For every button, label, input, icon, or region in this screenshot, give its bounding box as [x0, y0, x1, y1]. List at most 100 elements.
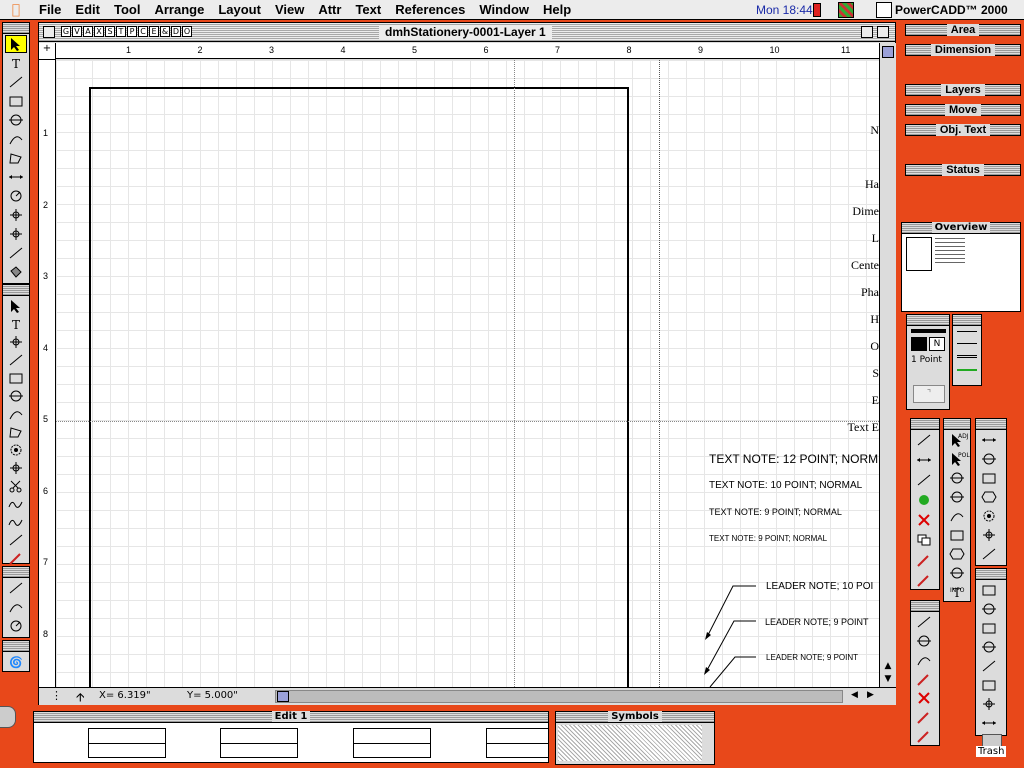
- circle-tool-icon[interactable]: [946, 564, 968, 582]
- edit-field[interactable]: [486, 728, 548, 758]
- eyedrop-tool-icon[interactable]: [5, 549, 27, 567]
- leader-note-9pt[interactable]: LEADER NOTE; 9 POINT: [766, 653, 858, 662]
- line-tool-icon[interactable]: [978, 657, 1000, 675]
- rect-tool-icon[interactable]: [5, 369, 27, 387]
- arc-tool-icon[interactable]: [5, 405, 27, 423]
- circle-tool-icon[interactable]: [946, 469, 968, 487]
- cross-tool-icon[interactable]: [978, 526, 1000, 544]
- eyedrop-tool-icon[interactable]: [913, 551, 935, 569]
- eyedrop-tool-icon[interactable]: [913, 670, 935, 688]
- hex-tool-icon[interactable]: [978, 488, 1000, 506]
- circle-tool-icon[interactable]: [978, 450, 1000, 468]
- arc-tool-icon[interactable]: [5, 130, 27, 148]
- area-palette[interactable]: Area: [905, 24, 1021, 36]
- x-tool-icon[interactable]: [913, 511, 935, 529]
- menu-layout[interactable]: Layout: [211, 0, 268, 20]
- eyedrop-tool-icon[interactable]: [913, 571, 935, 589]
- line-n-box[interactable]: N: [929, 337, 945, 351]
- layer-tab[interactable]: E: [149, 26, 159, 37]
- menu-help[interactable]: Help: [536, 0, 578, 20]
- arc-tool-icon[interactable]: [5, 598, 27, 616]
- layer-tab[interactable]: O: [182, 26, 192, 37]
- layers-palette[interactable]: Layers: [905, 84, 1021, 96]
- text-note-10pt[interactable]: TEXT NOTE: 10 POINT; NORMAL: [709, 480, 862, 491]
- menu-arrange[interactable]: Arrange: [147, 0, 211, 20]
- scroll-box[interactable]: [882, 46, 894, 58]
- layer-tab[interactable]: C: [138, 26, 148, 37]
- horizontal-ruler[interactable]: 1 2 3 4 5 6 7 8 9 10 11: [56, 43, 879, 59]
- edit-field[interactable]: [88, 728, 166, 758]
- rot-tool-icon[interactable]: [5, 617, 27, 635]
- cross-tool-icon[interactable]: [5, 206, 27, 224]
- rect-tool-icon[interactable]: [946, 526, 968, 544]
- keyboard-layout-icon[interactable]: [838, 2, 854, 18]
- scroll-up-arrow-icon[interactable]: ▲: [881, 660, 895, 672]
- hex-tool-icon[interactable]: [946, 545, 968, 563]
- overview-titlebar[interactable]: Overview: [902, 222, 1020, 234]
- arrow-tool-icon[interactable]: [5, 297, 27, 315]
- line-tool-icon[interactable]: [913, 431, 935, 449]
- layer-tab[interactable]: P: [127, 26, 137, 37]
- arc-tool-icon[interactable]: [913, 651, 935, 669]
- layer-tab[interactable]: X: [94, 26, 104, 37]
- rect-tool-icon[interactable]: [978, 581, 1000, 599]
- fill-black-swatch[interactable]: [911, 337, 927, 351]
- layer-nav-icon[interactable]: ⋮: [51, 689, 62, 702]
- scroll-right-arrow-icon[interactable]: ▶: [867, 690, 874, 700]
- palette-titlebar[interactable]: [3, 285, 29, 296]
- dim-tool-icon[interactable]: [5, 168, 27, 186]
- text-note-9pt[interactable]: TEXT NOTE: 9 POINT; NORMAL: [709, 534, 827, 543]
- sheet-border[interactable]: [89, 87, 629, 687]
- line-tool-icon[interactable]: [913, 613, 935, 631]
- palette-titlebar[interactable]: [3, 567, 29, 578]
- layer-tab[interactable]: G: [61, 26, 71, 37]
- horizontal-scrollbar[interactable]: [275, 690, 843, 703]
- copy-tool-icon[interactable]: [913, 531, 935, 549]
- circle-tool-icon[interactable]: [5, 387, 27, 405]
- line-tool-icon[interactable]: [978, 545, 1000, 563]
- title-block-label[interactable]: Dime: [852, 204, 879, 219]
- line-style-green[interactable]: [957, 369, 977, 371]
- dimension-palette[interactable]: Dimension: [905, 44, 1021, 56]
- line-style-double[interactable]: [957, 355, 977, 358]
- menu-attr[interactable]: Attr: [311, 0, 348, 20]
- up-arrow-icon[interactable]: 🡩: [76, 688, 85, 709]
- leader-lines[interactable]: [696, 575, 756, 687]
- apple-menu-icon[interactable]: : [0, 2, 32, 18]
- circle-tool-icon[interactable]: [978, 638, 1000, 656]
- application-menu-icon[interactable]: [876, 2, 892, 18]
- drawer-handle-icon[interactable]: [0, 706, 16, 728]
- status-palette[interactable]: Status: [905, 164, 1021, 176]
- layer-tab[interactable]: V: [72, 26, 82, 37]
- palette-titlebar[interactable]: [907, 315, 949, 326]
- zoom-box-icon[interactable]: [861, 26, 873, 38]
- dim-tool-icon[interactable]: [978, 431, 1000, 449]
- title-block-label[interactable]: N: [870, 123, 879, 138]
- gear-tool-icon[interactable]: [978, 507, 1000, 525]
- menu-references[interactable]: References: [388, 0, 472, 20]
- layer-tab[interactable]: D: [171, 26, 181, 37]
- edit-field[interactable]: [220, 728, 298, 758]
- poly-tool-icon[interactable]: [5, 423, 27, 441]
- dim-tool-icon[interactable]: [913, 451, 935, 469]
- cross-tool-icon[interactable]: [5, 333, 27, 351]
- circle-tool-icon[interactable]: [5, 111, 27, 129]
- rect-tool-icon[interactable]: [978, 619, 1000, 637]
- layer-tab[interactable]: S: [105, 26, 115, 37]
- arc-tool-icon[interactable]: [946, 507, 968, 525]
- rect-tool-icon[interactable]: [5, 92, 27, 110]
- close-box-icon[interactable]: [43, 26, 55, 38]
- pen-pattern-icon[interactable]: ⌝: [913, 385, 945, 403]
- circle-tool-icon[interactable]: [946, 488, 968, 506]
- scissors-tool-icon[interactable]: [5, 477, 27, 495]
- rot-tool-icon[interactable]: [5, 187, 27, 205]
- line-weight-bar[interactable]: [911, 329, 946, 333]
- h-scroll-box[interactable]: [277, 691, 289, 702]
- drawing-canvas[interactable]: N Ha Dime L Cente Pha H O S E Text E TEXT NOTE: 12…: [56, 60, 879, 687]
- layer-tab[interactable]: &: [160, 26, 170, 37]
- leader-note-9pt[interactable]: LEADER NOTE; 9 POINT: [765, 617, 869, 627]
- vertical-ruler[interactable]: 1 2 3 4 5 6 7 8: [39, 60, 56, 687]
- leader-note-10pt[interactable]: LEADER NOTE; 10 POI: [766, 581, 873, 592]
- collapse-box-icon[interactable]: [877, 26, 889, 38]
- palette-titlebar[interactable]: [911, 601, 939, 612]
